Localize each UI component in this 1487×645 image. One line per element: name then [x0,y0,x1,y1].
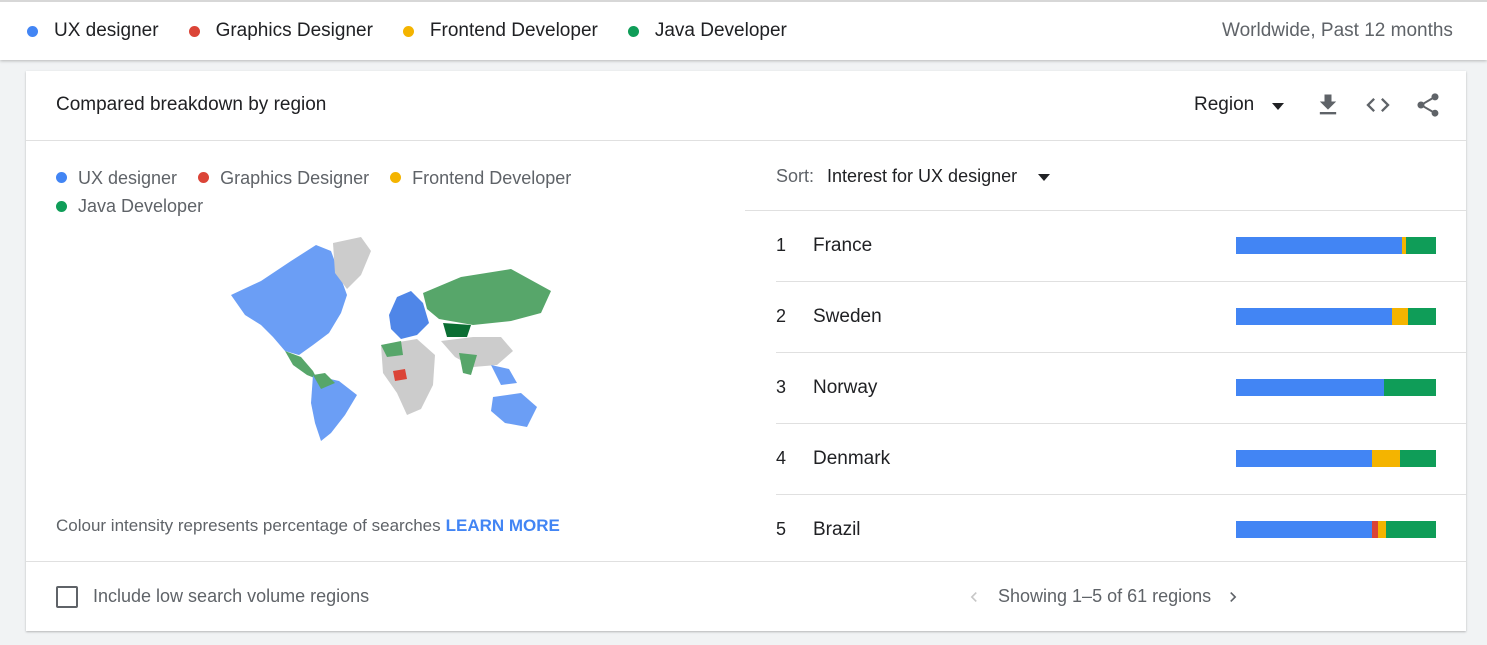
map-region-south-america [311,375,357,441]
map-region-kazakhstan [443,323,471,337]
share-icon[interactable] [1414,91,1442,119]
frontend-developer-segment [1378,521,1386,538]
term-frontend-developer[interactable]: Frontend Developer [402,20,598,42]
frontend-developer-segment [1372,450,1400,467]
frontend-developer-segment [1392,308,1408,325]
pagination-text: Showing 1–5 of 61 regions [998,586,1212,606]
world-map[interactable] [221,233,561,443]
share-bar [1236,237,1436,254]
legend-item-graphics-designer: Graphics Designer [198,164,369,192]
map-region-nigeria [393,369,407,381]
term-java-developer[interactable]: Java Developer [627,20,787,42]
download-icon[interactable] [1314,91,1342,119]
region-name: Norway [813,377,878,398]
legend-label: Java Developer [78,196,204,216]
dropdown-caret-icon [1038,174,1051,181]
ux-designer-segment [1236,237,1402,254]
card-footer: Include low search volume regions Showin… [26,561,1466,632]
share-bar [1236,450,1436,467]
pagination: Showing 1–5 of 61 regions [964,586,1243,607]
chevron-left-icon[interactable] [964,587,984,607]
legend-item-java-developer: Java Developer [56,192,203,220]
low-volume-checkbox[interactable] [56,586,78,608]
series-dot [627,25,639,37]
series-dot [56,200,67,212]
ux-designer-segment [1236,379,1384,396]
region-name: Brazil [813,519,861,540]
embed-code-icon[interactable] [1364,91,1392,119]
java-developer-segment [1386,521,1436,538]
map-note-text: Colour intensity represents percentage o… [56,516,441,535]
map-region-russia [423,269,551,325]
region-name: France [813,235,873,256]
term-ux-designer[interactable]: UX designer [27,20,159,42]
region-list: 1 France 2 Sweden 3 Norway 4 Denmark 5 B… [776,211,1466,565]
sort-control[interactable]: Sort: Interest for UX designer [776,166,1051,187]
ux-designer-segment [1236,521,1372,538]
top-term-legend: UX designer Graphics Designer Frontend D… [27,2,1453,60]
map-region-india [459,353,477,375]
legend-item-frontend-developer: Frontend Developer [390,164,571,192]
region-row[interactable]: 1 France [776,211,1466,282]
term-label: Frontend Developer [429,20,598,41]
series-dot [198,172,210,183]
region-breakdown-card: Compared breakdown by region Region UX d… [26,71,1466,631]
map-region-central-america [285,351,317,379]
map-region-asia-south [441,337,513,367]
card-header: Compared breakdown by region Region [26,71,1466,141]
term-graphics-designer[interactable]: Graphics Designer [188,20,373,42]
dropdown-caret-icon [1272,102,1285,110]
low-volume-label[interactable]: Include low search volume regions [93,586,369,607]
region-rank: 2 [776,306,787,326]
series-dot [390,172,402,183]
region-rank: 5 [776,519,787,539]
sort-value: Interest for UX designer [827,166,1018,186]
java-developer-segment [1384,379,1436,396]
series-dot [188,25,200,37]
region-rank: 3 [776,377,787,397]
series-dot [56,172,67,183]
legend-label: Graphics Designer [220,167,370,188]
ux-designer-segment [1236,450,1372,467]
share-bar [1236,521,1436,538]
region-name: Denmark [813,448,891,469]
region-rank: 1 [776,235,787,255]
region-rank: 4 [776,448,787,468]
region-dropdown[interactable]: Region [1194,94,1285,116]
map-region-australia [491,393,537,427]
share-bar [1236,379,1436,396]
region-row[interactable]: 5 Brazil [776,495,1466,565]
region-row[interactable]: 4 Denmark [776,424,1466,495]
java-developer-segment [1406,237,1436,254]
map-note: Colour intensity represents percentage o… [56,516,560,536]
term-label: Graphics Designer [215,20,373,41]
map-region-north-america [231,245,347,355]
java-developer-segment [1400,450,1436,467]
term-label: UX designer [54,20,159,41]
legend-label: UX designer [78,167,178,188]
map-legend: UX designer Graphics Designer Frontend D… [56,163,616,220]
top-compare-bar: UX designer Graphics Designer Frontend D… [0,0,1487,60]
region-row[interactable]: 2 Sweden [776,282,1466,353]
legend-item-ux-designer: UX designer [56,164,177,192]
chevron-right-icon[interactable] [1223,587,1243,607]
region-name: Sweden [813,306,882,327]
scope-label[interactable]: Worldwide, Past 12 months [1222,2,1453,60]
share-bar [1236,308,1436,325]
java-developer-segment [1408,308,1436,325]
region-dropdown-label: Region [1194,94,1255,115]
learn-more-link[interactable]: LEARN MORE [446,516,560,535]
sort-label: Sort: [776,166,815,186]
map-region-europe [389,291,429,339]
series-dot [27,25,38,37]
card-title: Compared breakdown by region [56,94,327,115]
map-region-southeast-asia [491,365,517,385]
ux-designer-segment [1236,308,1392,325]
region-row[interactable]: 3 Norway [776,353,1466,424]
series-dot [402,25,414,37]
term-label: Java Developer [654,20,787,41]
legend-label: Frontend Developer [412,167,572,188]
